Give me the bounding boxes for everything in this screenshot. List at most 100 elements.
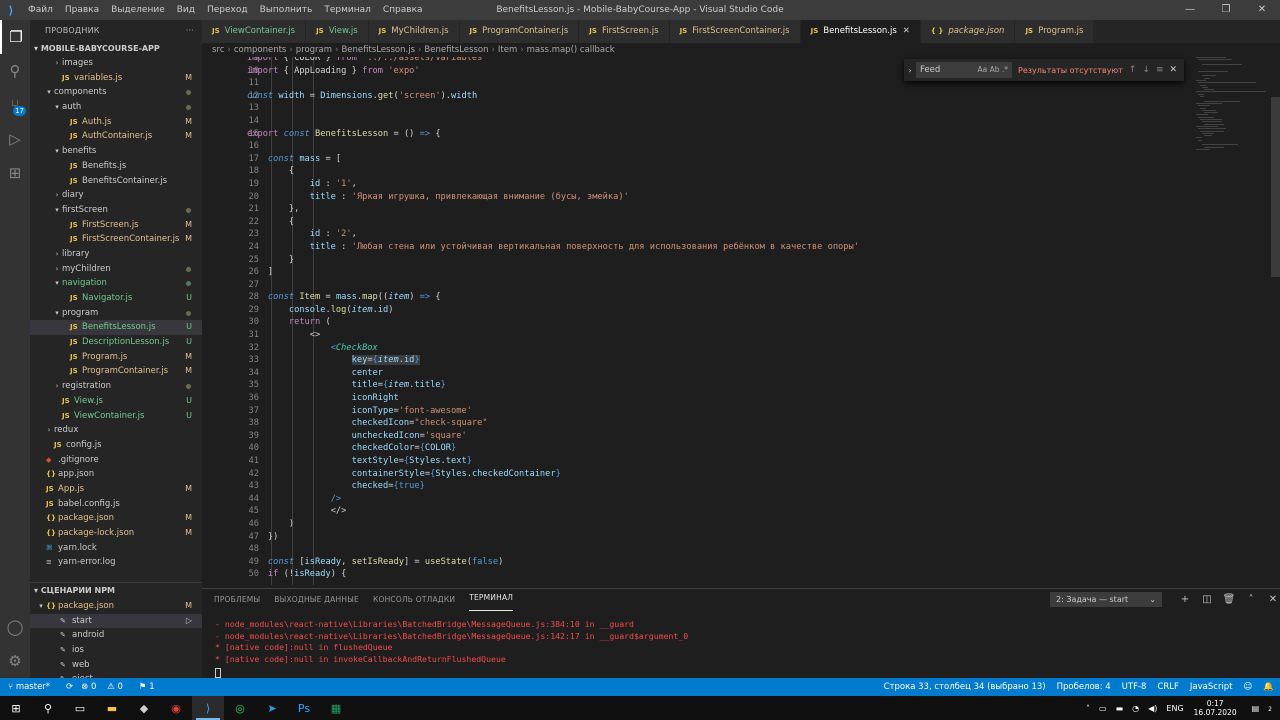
- tree-folder[interactable]: ▾ navigation: [30, 276, 202, 291]
- menu-item[interactable]: Файл: [22, 0, 59, 20]
- source-control-icon[interactable]: ⑂ 17: [0, 88, 30, 122]
- gitkraken-icon[interactable]: ◎: [224, 696, 256, 720]
- terminal-select[interactable]: 2: Задача — start ⌄: [1050, 592, 1162, 607]
- npm-package-row[interactable]: ▾ {} package.json M: [30, 599, 202, 614]
- explorer-icon[interactable]: ❐: [0, 20, 30, 54]
- npm-script-item[interactable]: ✎ ios: [30, 643, 202, 658]
- editor-tab[interactable]: JS FirstScreen.js: [579, 20, 670, 43]
- code-line[interactable]: 22 {: [202, 216, 1272, 229]
- code-line[interactable]: 14: [202, 115, 1272, 128]
- breadcrumb-item[interactable]: program: [296, 45, 332, 55]
- code-line[interactable]: 42 containerStyle={Styles.checkedContain…: [202, 468, 1272, 481]
- tree-file[interactable]: {} package.json M: [30, 511, 202, 526]
- npm-script-item[interactable]: ✎ start ▷: [30, 613, 202, 629]
- npm-script-item[interactable]: ✎ android: [30, 628, 202, 643]
- notification-center-icon[interactable]: ▤ 2: [1252, 704, 1272, 713]
- tree-file[interactable]: JS BenefitsContainer.js: [30, 174, 202, 189]
- code-line[interactable]: 21 },: [202, 203, 1272, 216]
- editor-tab[interactable]: JS View.js: [306, 20, 369, 43]
- tree-folder[interactable]: › myChildren: [30, 262, 202, 277]
- code-line[interactable]: 45 </>: [202, 505, 1272, 518]
- code-line[interactable]: 36 iconRight: [202, 392, 1272, 405]
- code-line[interactable]: 33 key={item.id}: [202, 354, 1272, 367]
- code-line[interactable]: 49 const [isReady, setIsReady] = useStat…: [202, 556, 1272, 569]
- breadcrumb-item[interactable]: src: [212, 45, 224, 55]
- language-mode[interactable]: JavaScript: [1190, 682, 1233, 692]
- code-line[interactable]: 48: [202, 543, 1272, 556]
- tree-folder[interactable]: › redux: [30, 423, 202, 438]
- close-tab-icon[interactable]: ✕: [903, 20, 910, 43]
- dropbox-icon[interactable]: ◆: [128, 696, 160, 720]
- clock[interactable]: 0:17 16.07.2020: [1194, 699, 1237, 717]
- code-line[interactable]: 39 uncheckedIcon='square': [202, 430, 1272, 443]
- tree-file[interactable]: ⌘ yarn.lock: [30, 541, 202, 556]
- tree-folder[interactable]: ▾ program: [30, 306, 202, 321]
- account-icon[interactable]: ◯: [0, 610, 30, 644]
- tree-file[interactable]: JS babel.config.js: [30, 497, 202, 512]
- minimap[interactable]: [1196, 57, 1270, 177]
- tree-folder[interactable]: › diary: [30, 188, 202, 203]
- breadcrumb-item[interactable]: components: [234, 45, 287, 55]
- code-line[interactable]: 26 ]: [202, 266, 1272, 279]
- tree-file[interactable]: JS BenefitsLesson.js U: [30, 320, 202, 336]
- tree-file[interactable]: ◆ .gitignore: [30, 453, 202, 468]
- tree-file[interactable]: JS ProgramContainer.js M: [30, 364, 202, 379]
- menu-item[interactable]: Переход: [201, 0, 254, 20]
- panel-tab[interactable]: КОНСОЛЬ ОТЛАДКИ: [373, 589, 455, 611]
- breadcrumb-item[interactable]: BenefitsLesson: [424, 45, 488, 55]
- tasks-status[interactable]: ⚑ 1: [139, 682, 163, 692]
- chevron-up-icon[interactable]: ˄: [1086, 704, 1090, 713]
- editor-scrollbar[interactable]: [1270, 57, 1280, 585]
- close-icon[interactable]: ✕: [1170, 65, 1178, 75]
- network-icon[interactable]: ◔: [1132, 704, 1139, 713]
- tree-file[interactable]: JS ViewContainer.js U: [30, 409, 202, 424]
- find-input[interactable]: Feed Aa Ab .*: [916, 62, 1012, 78]
- trash-icon[interactable]: 🗑: [1218, 589, 1240, 611]
- editor-tab[interactable]: JS BenefitsLesson.js ✕: [800, 20, 921, 43]
- code-line[interactable]: 12 const width = Dimensions.get('screen')…: [202, 90, 1272, 103]
- find-in-selection-icon[interactable]: ≡: [1156, 65, 1164, 75]
- menu-item[interactable]: Правка: [59, 0, 105, 20]
- code-line[interactable]: 24 title : 'Любая стена или устойчивая в…: [202, 241, 1272, 254]
- minimize-icon[interactable]: —: [1172, 0, 1208, 20]
- find-options[interactable]: Aa Ab .*: [977, 62, 1008, 78]
- editor-tab[interactable]: JS Program.js: [1015, 20, 1095, 43]
- code-line[interactable]: 50 if (!isReady) {: [202, 568, 1272, 581]
- code-line[interactable]: 32 <CheckBox: [202, 342, 1272, 355]
- tree-folder[interactable]: ▾ benefits: [30, 144, 202, 159]
- search-icon[interactable]: ⚲: [0, 54, 30, 88]
- tree-folder[interactable]: › library: [30, 247, 202, 262]
- battery-icon[interactable]: ▭: [1099, 704, 1107, 713]
- windows-start-icon[interactable]: ⊞: [0, 696, 32, 720]
- workspace-section[interactable]: ▾ MOBILE-BABYCOURSE-APP: [30, 42, 202, 56]
- code-line[interactable]: 43 checked={true}: [202, 480, 1272, 493]
- code-line[interactable]: 46 ): [202, 518, 1272, 531]
- editor-tab[interactable]: JS ViewContainer.js: [202, 20, 307, 43]
- cursor-position[interactable]: Строка 33, столбец 34 (выбрано 13): [884, 682, 1046, 692]
- notifications-bell-icon[interactable]: 🔔: [1263, 682, 1274, 692]
- file-explorer-icon[interactable]: ▬: [96, 696, 128, 720]
- chrome-icon[interactable]: ◉: [160, 696, 192, 720]
- app-icon[interactable]: ▦: [320, 696, 352, 720]
- new-terminal-icon[interactable]: +: [1174, 589, 1196, 611]
- code-line[interactable]: 18 {: [202, 165, 1272, 178]
- code-line[interactable]: 35 title={item.title}: [202, 379, 1272, 392]
- tree-folder[interactable]: ▾ firstScreen: [30, 203, 202, 218]
- menu-item[interactable]: Выделение: [105, 0, 171, 20]
- npm-section-header[interactable]: ▾ СЦЕНАРИИ NPM: [30, 583, 202, 599]
- code-line[interactable]: 15 export const BenefitsLesson = () => {: [202, 128, 1272, 141]
- code-line[interactable]: 20 title : 'Яркая игрушка, привлекающая …: [202, 191, 1272, 204]
- tree-file[interactable]: JS Navigator.js U: [30, 291, 202, 306]
- search-icon[interactable]: ⚲: [32, 696, 64, 720]
- maximize-panel-icon[interactable]: ˄: [1240, 589, 1262, 611]
- npm-script-item[interactable]: ✎ web: [30, 658, 202, 673]
- tree-file[interactable]: JS Program.js M: [30, 350, 202, 365]
- tree-folder[interactable]: ▾ components: [30, 85, 202, 100]
- code-line[interactable]: 17 const mass = [: [202, 153, 1272, 166]
- split-terminal-icon[interactable]: ◫: [1196, 589, 1218, 611]
- tree-file[interactable]: JS variables.js M: [30, 71, 202, 86]
- arrow-down-icon[interactable]: ↓: [1142, 65, 1150, 75]
- editor-tab[interactable]: JS FirstScreenContainer.js: [669, 20, 801, 43]
- task-view-icon[interactable]: ▭: [64, 696, 96, 720]
- editor-tab[interactable]: { } package.json: [920, 20, 1016, 43]
